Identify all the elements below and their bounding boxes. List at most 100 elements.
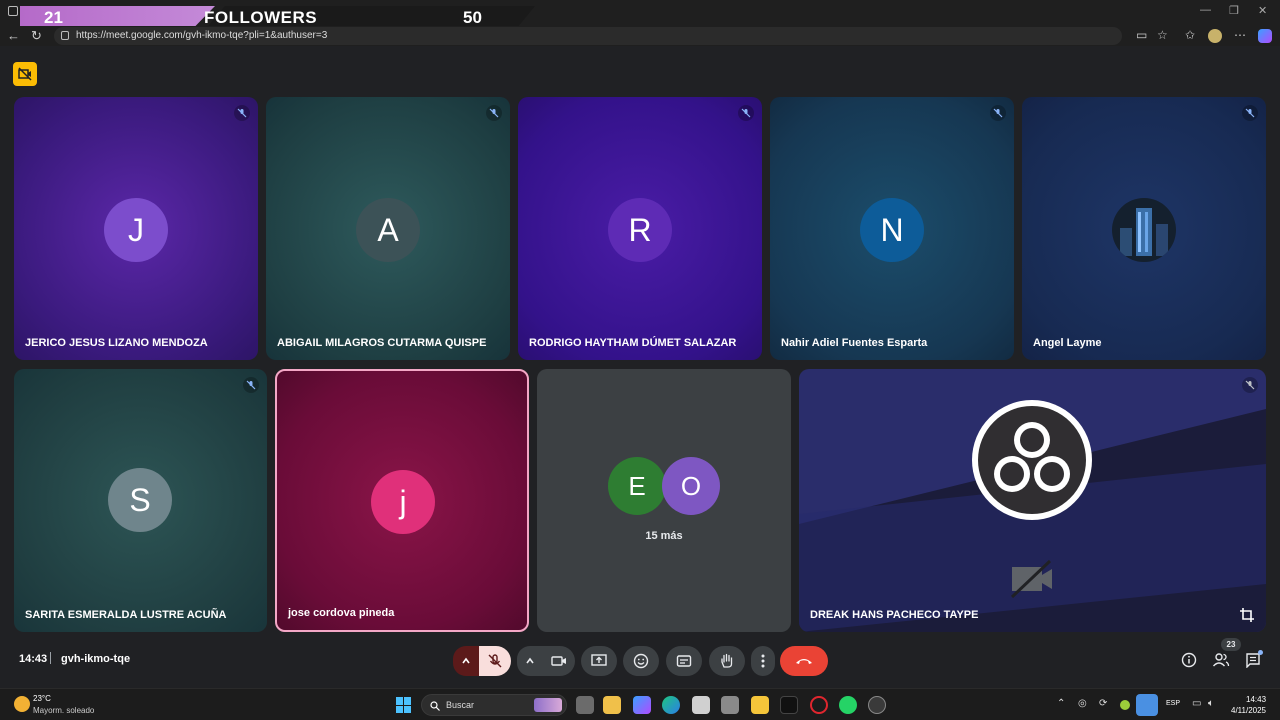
people-icon [1212,653,1230,667]
participant-tile[interactable]: DREAK HANS PACHECO TAYPE [799,369,1266,632]
avatar-initial: O [680,470,702,501]
reload-icon[interactable]: ↻ [31,28,42,44]
participant-photo [1112,198,1176,262]
chevron-up-icon [526,657,534,664]
participant-tile[interactable]: Angel Layme [1022,97,1266,360]
taskbar-search[interactable]: Buscar [421,694,567,716]
show-hidden-icons-chevron-icon[interactable]: ⌃ [1057,698,1065,709]
followers-label: FOLLOWERS [204,8,318,27]
hand-icon [721,653,733,668]
overflow-avatar: E [608,457,666,515]
copilot-app-icon[interactable] [633,696,651,714]
cast-icon[interactable]: ▭ [1136,28,1147,42]
participant-tile[interactable]: J JERICO JESUS LIZANO MENDOZA [14,97,258,360]
sync-icon[interactable]: ⟳ [1099,698,1107,709]
participant-name: ABIGAIL MILAGROS CUTARMA QUISPE [277,337,487,349]
followers-goal: 50 [463,8,482,27]
weather-temperature[interactable]: 23°C [33,694,51,703]
favorites-icon[interactable]: ✩ [1185,28,1195,42]
weather-description[interactable]: Mayorm. soleado [33,706,94,715]
chevron-up-icon [462,657,470,664]
more-participants-tile[interactable]: E O 15 más [537,369,791,632]
snipping-tool-icon[interactable] [692,696,710,714]
participant-name: RODRIGO HAYTHAM DÚMET SALAZAR [529,337,737,349]
profile-avatar[interactable] [1208,29,1222,43]
task-view-icon[interactable] [576,696,594,714]
followers-current: 21 [44,8,63,27]
bookmark-star-icon[interactable]: ☆ [1157,28,1168,42]
edge-icon[interactable] [662,696,680,714]
participant-tile-speaking[interactable]: j jose cordova pineda [275,369,529,632]
search-placeholder: Buscar [446,700,475,710]
participant-avatar: J [104,198,168,262]
chat-button[interactable] [1243,650,1263,670]
opera-icon[interactable] [810,696,828,714]
app-icon[interactable] [721,696,739,714]
participant-name: SARITA ESMERALDA LUSTRE ACUÑA [25,609,227,621]
captions-button[interactable] [666,646,702,676]
whatsapp-icon[interactable] [839,696,857,714]
present-screen-button[interactable] [581,646,617,676]
reactions-button[interactable] [623,646,659,676]
volume-icon[interactable]: 🔈︎ [1208,698,1214,709]
file-explorer-icon[interactable] [751,696,769,714]
camera-blocked-alert-button[interactable] [13,62,37,86]
meet-stage: J JERICO JESUS LIZANO MENDOZA A ABIGAIL … [0,46,1280,688]
muted-mic-icon [243,377,259,393]
muted-mic-icon [1242,377,1258,393]
participant-name: Nahir Adiel Fuentes Esparta [781,337,928,349]
camera-toggle-button[interactable] [543,646,575,676]
leave-call-button[interactable] [780,646,828,676]
copilot-icon[interactable] [1258,29,1272,43]
site-info-icon[interactable] [61,31,69,40]
participant-tile[interactable]: R RODRIGO HAYTHAM DÚMET SALAZAR [518,97,762,360]
tray-app-icon[interactable] [1120,700,1130,710]
building-photo [1112,198,1176,262]
tiktok-icon[interactable] [780,696,798,714]
raise-hand-button[interactable] [709,646,745,676]
more-vertical-icon [761,654,765,668]
minimize-icon[interactable]: — [1200,4,1211,16]
close-icon[interactable]: ✕ [1258,4,1267,17]
participant-tile[interactable]: N Nahir Adiel Fuentes Esparta [770,97,1014,360]
more-menu-icon[interactable]: ⋯ [1234,28,1246,42]
microphone-toggle-button[interactable] [479,646,511,676]
url-field[interactable]: https://meet.google.com/gvh-ikmo-tqe?pli… [54,27,1122,45]
obs-tray-icon[interactable]: ◎ [1078,698,1087,709]
store-icon[interactable] [603,696,621,714]
obs-app-icon[interactable] [868,696,886,714]
network-icon[interactable]: ▭ [1192,698,1201,709]
chat-notification-dot [1258,650,1263,655]
meeting-details-button[interactable] [1179,650,1199,670]
tab-icon[interactable] [8,6,18,16]
microphone-in-use-icon[interactable] [1136,694,1158,716]
participant-tile[interactable]: A ABIGAIL MILAGROS CUTARMA QUISPE [266,97,510,360]
meeting-code: gvh-ikmo-tqe [61,653,131,665]
weather-sun-icon[interactable] [14,696,30,712]
avatar-initial: R [628,211,652,248]
input-language[interactable]: ESP [1166,700,1180,707]
muted-mic-icon [738,105,754,121]
video-camera-icon [551,656,566,666]
audio-options-button[interactable] [453,646,479,676]
muted-mic-icon [1242,105,1258,121]
meeting-time: 14:43 [19,653,48,665]
participants-count-badge: 23 [1221,638,1241,651]
more-options-button[interactable] [751,646,775,676]
closed-captions-icon [676,655,692,667]
hang-up-icon [796,659,812,664]
present-icon [591,654,607,666]
overflow-avatar: O [662,457,720,515]
people-button[interactable] [1211,650,1231,670]
maximize-icon[interactable]: ❐ [1229,4,1239,17]
video-options-button[interactable] [517,646,543,676]
camera-off-icon [18,67,32,81]
participant-tile[interactable]: S SARITA ESMERALDA LUSTRE ACUÑA [14,369,267,632]
mic-off-icon [488,654,502,668]
windows-start-icon[interactable] [396,697,412,713]
clock-date[interactable]: 4/11/2025 [1231,706,1266,715]
participant-name: JERICO JESUS LIZANO MENDOZA [25,337,208,349]
back-icon[interactable]: ← [7,28,20,43]
crop-icon[interactable] [1240,608,1254,622]
clock-time[interactable]: 14:43 [1246,695,1266,704]
